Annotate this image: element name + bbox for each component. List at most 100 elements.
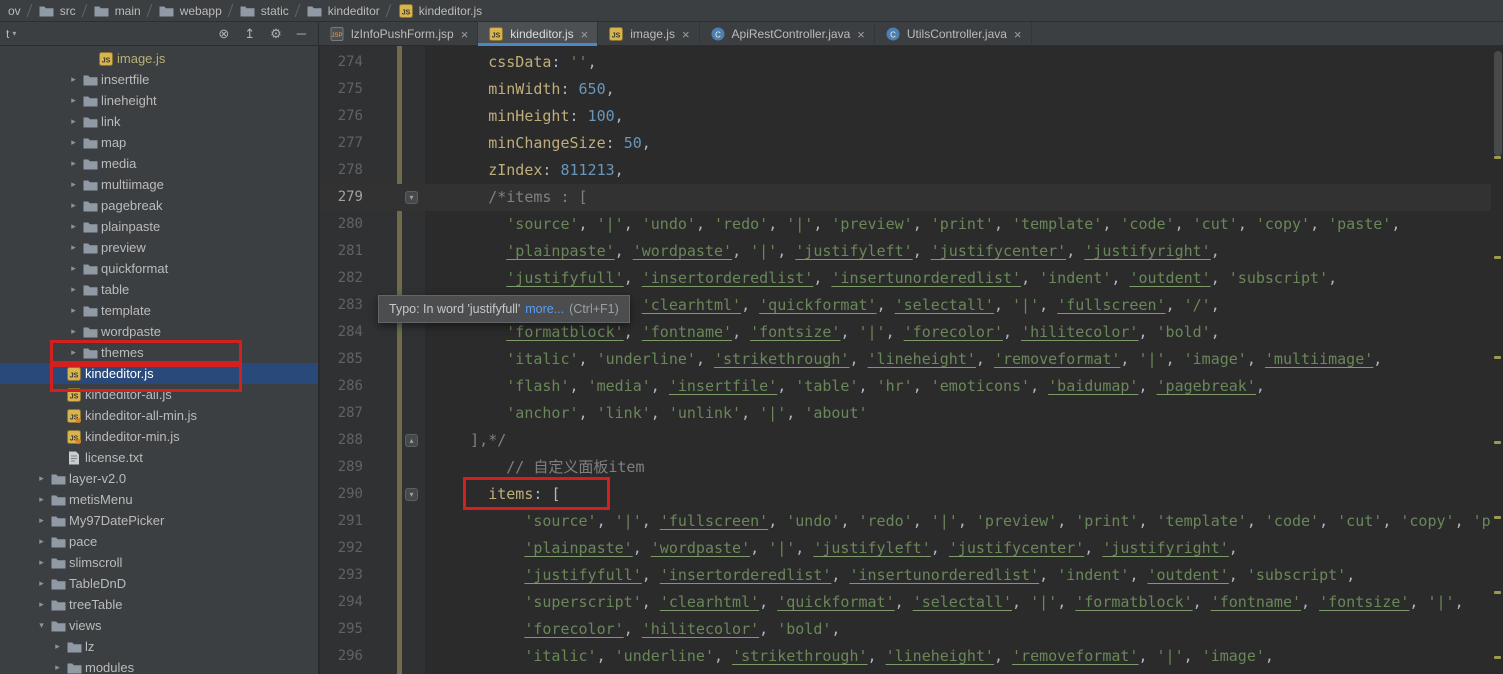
tree-item-metisMenu[interactable]: ▸ metisMenu — [0, 489, 318, 510]
fold-marker-icon[interactable]: ▴ — [405, 434, 418, 447]
chevron-right-icon[interactable]: ▸ — [66, 200, 81, 211]
chevron-right-icon[interactable]: ▸ — [34, 578, 49, 589]
chevron-right-icon[interactable]: ▸ — [66, 242, 81, 253]
code-editor[interactable]: 274 cssData: '', 275 minWidth: 650, 276 mi… — [320, 46, 1503, 674]
error-stripe[interactable] — [1491, 46, 1503, 674]
fold-marker-icon[interactable]: ▾ — [405, 191, 418, 204]
tree-item-lz[interactable]: ▸ lz — [0, 636, 318, 657]
folder-icon — [81, 158, 99, 170]
close-tab-icon[interactable]: × — [1014, 27, 1022, 42]
chevron-right-icon[interactable]: ▸ — [66, 326, 81, 337]
tree-item-media[interactable]: ▸ media — [0, 153, 318, 174]
chevron-right-icon[interactable]: ▸ — [66, 137, 81, 148]
tree-item-map[interactable]: ▸ map — [0, 132, 318, 153]
breadcrumb-item[interactable]: static — [234, 0, 294, 22]
scrollbar-thumb[interactable] — [1494, 51, 1502, 156]
tree-item-treeTable[interactable]: ▸ treeTable — [0, 594, 318, 615]
chevron-right-icon[interactable]: ▸ — [34, 515, 49, 526]
tree-item-table[interactable]: ▸ table — [0, 279, 318, 300]
hide-panel-icon[interactable]: ─ — [297, 22, 306, 46]
tree-item-pagebreak[interactable]: ▸ pagebreak — [0, 195, 318, 216]
close-tab-icon[interactable]: × — [682, 27, 690, 42]
tree-item-license.txt[interactable]: license.txt — [0, 447, 318, 468]
breadcrumb-item[interactable]: kindeditor — [301, 0, 385, 22]
chevron-right-icon[interactable]: ▸ — [66, 305, 81, 316]
chevron-right-icon[interactable]: ▸ — [34, 473, 49, 484]
chevron-right-icon[interactable]: ▸ — [66, 116, 81, 127]
chevron-right-icon[interactable]: ▸ — [50, 662, 65, 673]
breadcrumb-item[interactable]: webapp — [153, 0, 227, 22]
line-number: 284 — [337, 324, 363, 340]
tree-item-template[interactable]: ▸ template — [0, 300, 318, 321]
tree-item-label: treeTable — [69, 597, 123, 612]
tree-item-kindeditor-all-min.js[interactable]: JS kindeditor-all-min.js — [0, 405, 318, 426]
close-tab-icon[interactable]: × — [581, 27, 589, 42]
collapse-all-icon[interactable]: ↥ — [244, 22, 255, 46]
code-line: 286 'flash', 'media', 'insertfile', 'tab… — [320, 373, 1503, 400]
editor-tab[interactable]: JS image.js × — [598, 22, 700, 46]
tree-item-multiimage[interactable]: ▸ multiimage — [0, 174, 318, 195]
chevron-right-icon[interactable]: ▸ — [66, 158, 81, 169]
locate-icon[interactable]: ⊗ — [218, 22, 229, 46]
tree-item-kindeditor-min.js[interactable]: JS kindeditor-min.js — [0, 426, 318, 447]
line-number: 281 — [337, 243, 363, 259]
tree-item-link[interactable]: ▸ link — [0, 111, 318, 132]
breadcrumb-item[interactable]: JS kindeditor.js — [392, 0, 487, 22]
tooltip-more-link[interactable]: more... — [525, 302, 564, 316]
chevron-right-icon[interactable]: ▸ — [34, 536, 49, 547]
chevron-right-icon[interactable]: ▸ — [66, 263, 81, 274]
line-number: 296 — [337, 648, 363, 664]
folder-icon — [49, 557, 67, 569]
js-file-icon: JS — [397, 3, 415, 18]
chevron-right-icon[interactable]: ▸ — [66, 95, 81, 106]
chevron-right-icon[interactable]: ▸ — [66, 179, 81, 190]
code-text: 'source', '|', 'fullscreen', 'undo', 're… — [524, 512, 1503, 530]
tree-item-plainpaste[interactable]: ▸ plainpaste — [0, 216, 318, 237]
editor-tab[interactable]: JS kindeditor.js × — [478, 22, 599, 46]
code-line: 277 minChangeSize: 50, — [320, 130, 1503, 157]
chevron-down-icon[interactable]: ▾ — [34, 620, 49, 631]
tree-item-lineheight[interactable]: ▸ lineheight — [0, 90, 318, 111]
close-tab-icon[interactable]: × — [857, 27, 865, 42]
editor-tab[interactable]: C ApiRestController.java × — [700, 22, 875, 46]
folder-icon — [65, 641, 83, 653]
breadcrumb-separator-icon — [385, 4, 392, 17]
tree-item-layer-v2.0[interactable]: ▸ layer-v2.0 — [0, 468, 318, 489]
settings-gear-icon[interactable]: ⚙ — [270, 22, 282, 46]
tree-item-modules[interactable]: ▸ modules — [0, 657, 318, 674]
breadcrumb-item[interactable]: src — [33, 0, 81, 22]
tree-item-TableDnD[interactable]: ▸ TableDnD — [0, 573, 318, 594]
chevron-right-icon[interactable]: ▸ — [66, 284, 81, 295]
line-number: 292 — [337, 540, 363, 556]
tree-item-insertfile[interactable]: ▸ insertfile — [0, 69, 318, 90]
folder-icon — [81, 95, 99, 107]
tree-item-views[interactable]: ▾ views — [0, 615, 318, 636]
breadcrumb-item[interactable]: ov — [3, 0, 26, 22]
chevron-right-icon[interactable]: ▸ — [34, 494, 49, 505]
tree-item-preview[interactable]: ▸ preview — [0, 237, 318, 258]
tree-item-label: quickformat — [101, 261, 169, 276]
tree-item-pace[interactable]: ▸ pace — [0, 531, 318, 552]
fold-marker-icon[interactable]: ▾ — [405, 488, 418, 501]
tree-item-quickformat[interactable]: ▸ quickformat — [0, 258, 318, 279]
tree-item-wordpaste[interactable]: ▸ wordpaste — [0, 321, 318, 342]
chevron-right-icon[interactable]: ▸ — [66, 74, 81, 85]
tab-label: UtilsController.java — [906, 27, 1007, 41]
tree-item-slimscroll[interactable]: ▸ slimscroll — [0, 552, 318, 573]
chevron-right-icon[interactable]: ▸ — [34, 557, 49, 568]
chevron-right-icon[interactable]: ▸ — [50, 641, 65, 652]
code-text: zIndex: 811213, — [488, 161, 624, 179]
breadcrumb-item[interactable]: main — [88, 0, 146, 22]
code-text: 'justifyfull', 'insertorderedlist', 'ins… — [506, 269, 1338, 287]
folder-icon — [49, 536, 67, 548]
tree-item-My97DatePicker[interactable]: ▸ My97DatePicker — [0, 510, 318, 531]
code-line: 274 cssData: '', — [320, 49, 1503, 76]
editor-tab[interactable]: JSP lzInfoPushForm.jsp × — [319, 22, 479, 46]
editor-tab[interactable]: C UtilsController.java × — [875, 22, 1032, 46]
line-number: 290 — [337, 486, 363, 502]
tree-item-image.js[interactable]: JS image.js — [0, 48, 318, 69]
close-tab-icon[interactable]: × — [461, 27, 469, 42]
chevron-right-icon[interactable]: ▸ — [34, 599, 49, 610]
project-selector[interactable]: t ▾ — [6, 27, 16, 41]
chevron-right-icon[interactable]: ▸ — [66, 221, 81, 232]
